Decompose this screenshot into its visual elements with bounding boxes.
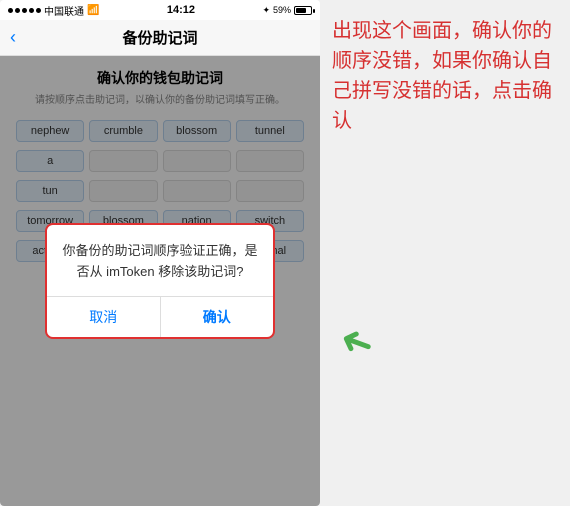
signal-dots [8,8,41,13]
modal-message: 你备份的助记词顺序验证正确，是否从 imToken 移除该助记词? [59,241,261,283]
arrow-container: ➜ [340,320,374,366]
bt-icon: ✦ [262,5,270,16]
page-title: 备份助记词 [122,27,197,48]
modal-cancel-button[interactable]: 取消 [47,297,161,337]
nav-bar: ‹ 备份助记词 [0,20,320,56]
battery-icon [294,6,312,15]
status-right: ✦ 59% [262,5,312,16]
status-bar: 中国联通 📶 14:12 ✦ 59% [0,0,320,20]
back-button[interactable]: ‹ [10,27,16,48]
status-left: 中国联通 📶 [8,3,99,18]
dot-2 [15,8,20,13]
dot-3 [22,8,27,13]
annotation-panel: 出现这个画面，确认你的顺序没错，如果你确认自己拼写没错的话，点击确认 ➜ [320,0,570,506]
battery-percent: 59% [273,5,291,15]
battery-fill [296,8,306,13]
content-area: 确认你的钱包助记词 请按顺序点击助记词，以确认你的备份助记词填写正确。 neph… [0,56,320,506]
phone-frame: 中国联通 📶 14:12 ✦ 59% ‹ 备份助记词 确认你的钱包助记词 请按顺… [0,0,320,506]
modal-confirm-button[interactable]: 确认 [161,297,274,337]
dot-4 [29,8,34,13]
dot-5 [36,8,41,13]
modal-overlay: 你备份的助记词顺序验证正确，是否从 imToken 移除该助记词? 取消 确认 [0,56,320,506]
wifi-icon: 📶 [87,5,99,16]
modal-dialog: 你备份的助记词顺序验证正确，是否从 imToken 移除该助记词? 取消 确认 [45,223,275,340]
carrier-label: 中国联通 [44,3,84,18]
modal-buttons: 取消 确认 [47,296,273,337]
status-time: 14:12 [167,4,195,16]
green-arrow-icon: ➜ [333,316,380,371]
annotation-text: 出现这个画面，确认你的顺序没错，如果你确认自己拼写没错的话，点击确认 [332,16,558,136]
dot-1 [8,8,13,13]
